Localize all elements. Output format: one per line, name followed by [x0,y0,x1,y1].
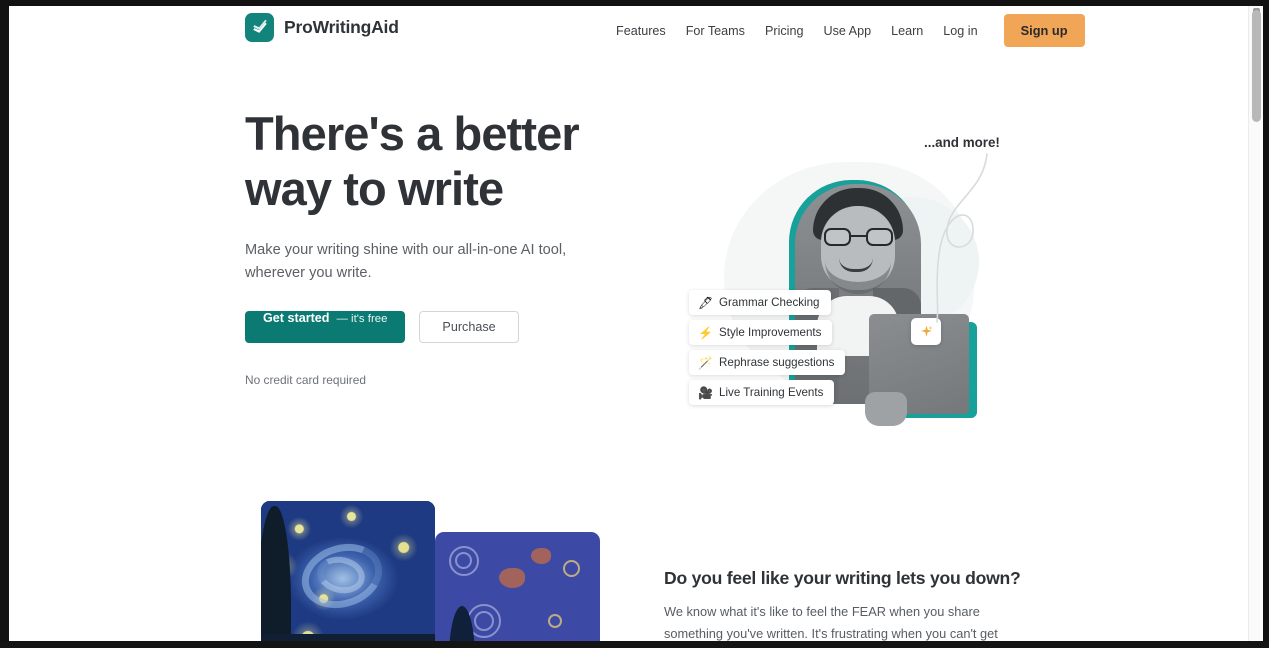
page-scrollbar[interactable] [1248,6,1263,641]
doodle-spiral-5 [548,614,562,628]
hero-title-line-1: There's a better [245,107,580,160]
simplified-painting-card [435,532,600,641]
browser-frame: ProWritingAid Features For Teams Pricing… [0,0,1269,648]
painting-village [261,634,435,641]
feature-chip-style-improvements[interactable]: ⚡ Style Improvements [689,320,833,345]
doodle-blob-1 [499,568,525,588]
feature-chip-label: Style Improvements [719,326,822,339]
nav-item-use-app[interactable]: Use App [813,15,881,47]
callout-loop-line [936,153,988,323]
purchase-button[interactable]: Purchase [419,311,519,343]
sign-up-button[interactable]: Sign up [1003,14,1085,47]
feature-chip-label: Grammar Checking [719,296,820,309]
hero-section: There's a better way to write Make your … [9,62,1248,482]
brand-name: ProWritingAid [284,17,399,37]
scrollbar-thumb[interactable] [1252,10,1261,122]
feature-chip-label: Live Training Events [719,386,824,399]
nav-item-for-teams[interactable]: For Teams [676,15,755,47]
and-more-callout: ...and more! [924,135,1000,150]
get-started-label: Get started [263,311,330,325]
doodle-spiral-2b [474,611,494,631]
nav-item-learn[interactable]: Learn [881,15,933,47]
feature-chip-live-training-events[interactable]: 🎥 Live Training Events [689,380,835,405]
get-started-button[interactable]: Get started — it's free [245,311,406,343]
feature-chip-rephrase-suggestions[interactable]: 🪄 Rephrase suggestions [689,350,846,375]
starry-night-illustration: My idea in my head [254,501,604,641]
magic-wand-icon: 🪄 [698,355,713,370]
main-navigation: Features For Teams Pricing Use App Learn… [606,14,1085,47]
get-started-note: — it's free [336,313,388,325]
hero-illustration: ...and more! 🖋 Grammar Checking ⚡ Style … [669,102,1029,447]
feature-chip-label: Rephrase suggestions [719,356,835,369]
section2-copy: Do you feel like your writing lets you d… [664,568,1021,641]
doodle-blob-2 [531,548,551,564]
hero-cta-group: Get started — it's free Purchase [245,311,625,343]
hero-title: There's a better way to write [245,106,625,217]
quill-pen-icon: 🖋 [698,295,714,310]
glasses-icon [824,228,893,246]
section2-body: We know what it's like to feel the FEAR … [664,604,998,641]
video-camera-icon: 🎥 [698,385,713,400]
nav-item-log-in[interactable]: Log in [933,15,987,47]
writing-lets-you-down-section: My idea in my head [9,482,1248,641]
prowritingaid-logo-icon [245,13,274,42]
brand-logo-link[interactable]: ProWritingAid [245,13,399,42]
no-credit-card-note: No credit card required [245,373,366,387]
window-left-chrome [0,0,9,648]
doodle-spiral-4 [563,560,580,577]
nav-item-features[interactable]: Features [606,15,676,47]
page-content: ProWritingAid Features For Teams Pricing… [9,6,1248,641]
window-bottom-chrome [0,641,1269,648]
section2-title: Do you feel like your writing lets you d… [664,568,1021,588]
nav-item-pricing[interactable]: Pricing [755,15,814,47]
hero-copy: There's a better way to write Make your … [245,106,625,387]
page-viewport: ProWritingAid Features For Teams Pricing… [9,6,1263,641]
hero-subtitle: Make your writing shine with our all-in-… [245,241,567,281]
starry-night-painting [261,501,435,641]
feature-chip-list: 🖋 Grammar Checking ⚡ Style Improvements … [689,290,889,410]
doodle-spiral-1b [455,552,472,569]
hero-title-line-2: way to write [245,162,504,216]
feature-chip-grammar-checking[interactable]: 🖋 Grammar Checking [689,290,831,315]
lightning-bolt-icon: ⚡ [698,325,713,340]
site-header: ProWritingAid Features For Teams Pricing… [9,6,1248,62]
